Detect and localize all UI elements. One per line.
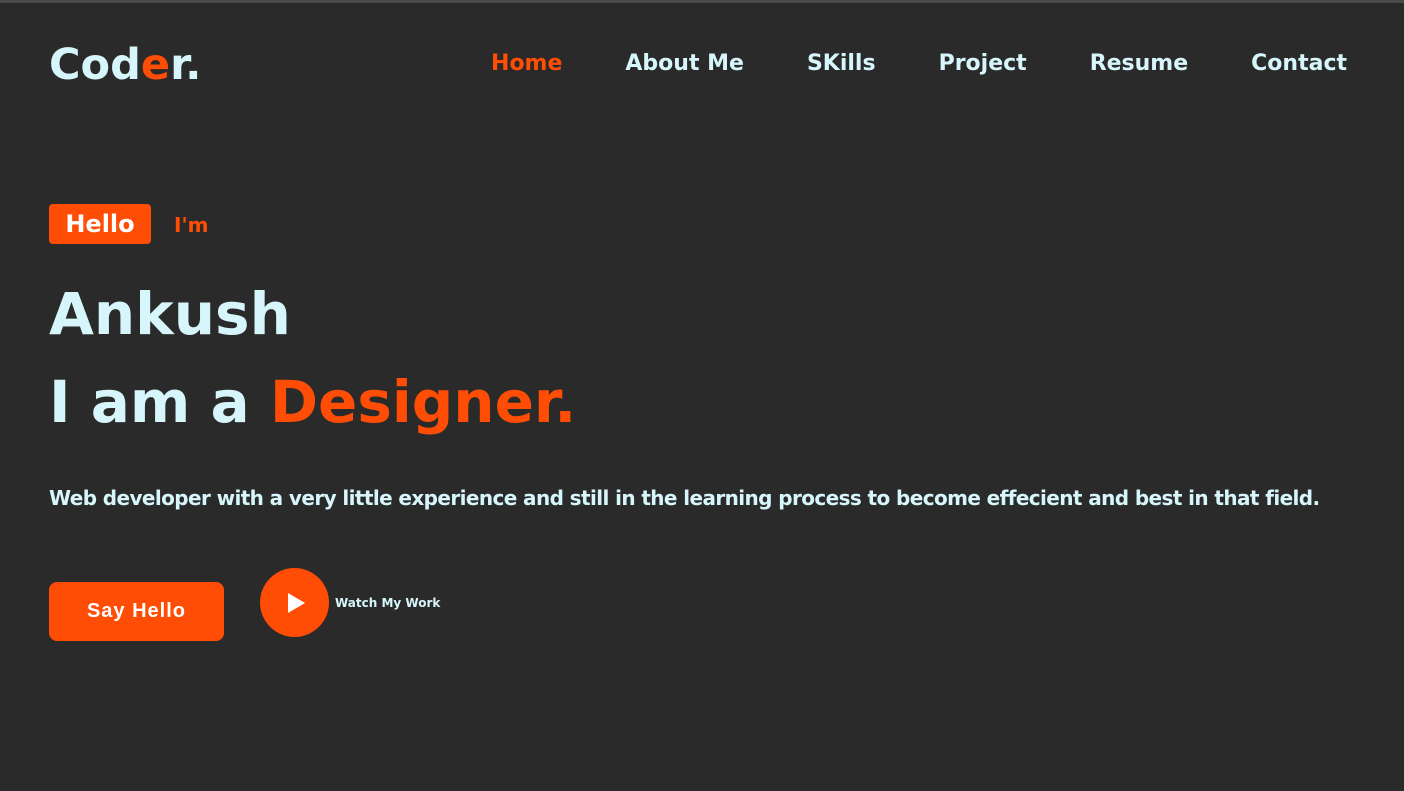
watch-my-work-label[interactable]: Watch My Work [335,594,440,612]
say-hello-button[interactable]: Say Hello [49,582,224,641]
window-top-border [0,0,1404,3]
site-logo[interactable]: Coder. [49,38,201,92]
watch-work-play-button[interactable] [260,568,329,637]
hero-name: Ankush [49,280,291,348]
nav-about-link[interactable]: About Me [625,49,744,79]
logo-text-end: r. [170,40,202,90]
logo-text-accent: e [140,40,171,90]
play-icon [288,592,305,613]
hero-role: I am a Designer. [49,366,576,438]
nav-skills-link[interactable]: SKills [807,49,876,79]
role-prefix: I am a [49,368,270,436]
nav-contact-link[interactable]: Contact [1251,49,1347,79]
hero-description: Web developer with a very little experie… [49,486,1320,510]
nav-home-link[interactable]: Home [491,49,562,79]
nav-project-link[interactable]: Project [939,49,1027,79]
role-word: Designer. [269,368,577,436]
nav-resume-link[interactable]: Resume [1090,49,1188,79]
intro-text: I'm [174,213,209,237]
logo-text-start: Cod [49,40,141,90]
main-nav: Home About Me SKills Project Resume Cont… [491,49,1347,79]
hello-badge: Hello [49,204,151,244]
